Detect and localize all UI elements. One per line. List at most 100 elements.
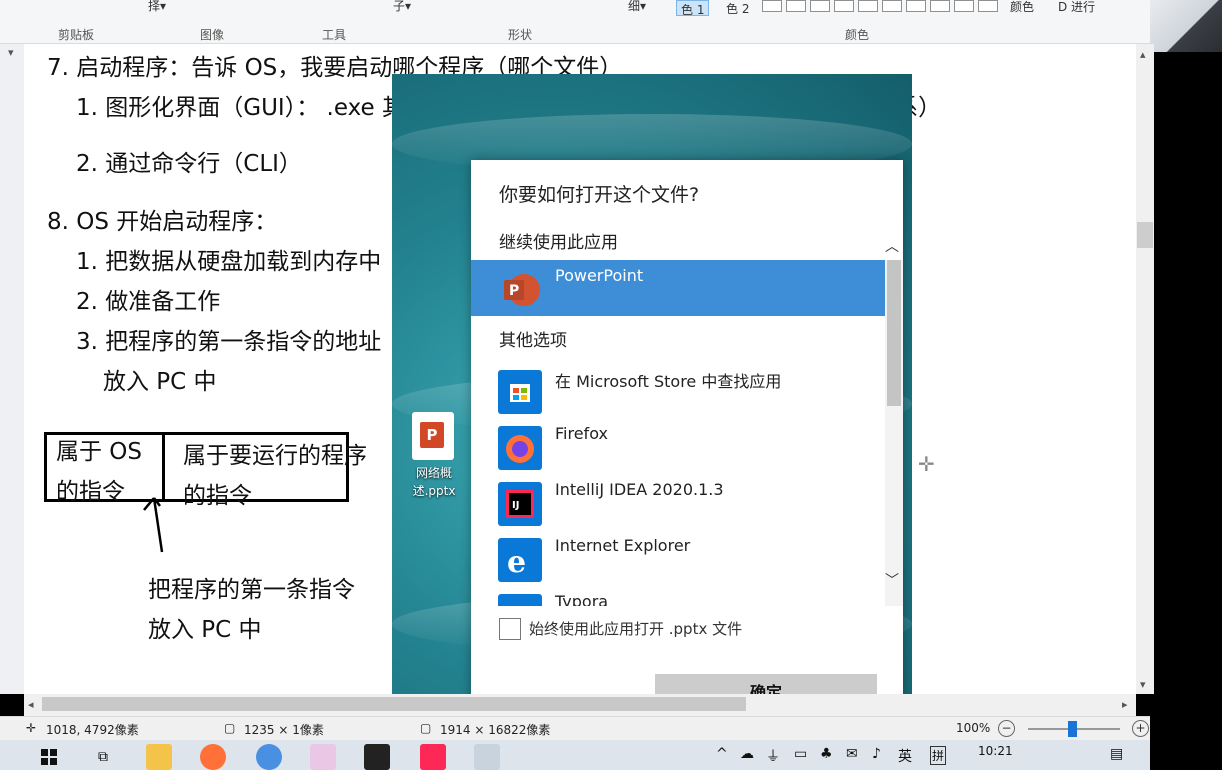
color-swatch[interactable] bbox=[954, 0, 974, 12]
cloud-icon[interactable]: ☁ bbox=[740, 746, 754, 762]
pptx-file-icon: P bbox=[412, 412, 454, 460]
edit-with-button[interactable]: D 进行 bbox=[1058, 0, 1095, 15]
annotation-line-1: 把程序的第一条指令 bbox=[148, 577, 355, 603]
dialog-scroll-thumb[interactable] bbox=[887, 260, 901, 406]
notification-icon[interactable]: ▤ bbox=[1110, 746, 1123, 762]
powerpoint-icon: P bbox=[504, 274, 540, 306]
shape-fill-dropdown[interactable]: 子▾ bbox=[393, 0, 411, 14]
status-bar: ✛ 1018, 4792像素 ▢ 1235 × 1像素 ▢ 1914 × 168… bbox=[0, 716, 1150, 740]
intellij-icon: IJ bbox=[498, 482, 542, 526]
image-size-icon: ▢ bbox=[420, 721, 432, 735]
firefox-icon bbox=[498, 426, 542, 470]
zoom-slider-thumb[interactable] bbox=[1068, 721, 1077, 737]
scroll-right-icon[interactable]: ▸ bbox=[1122, 698, 1128, 711]
group-label-tools: 工具 bbox=[322, 28, 347, 42]
select-dropdown[interactable]: 择▾ bbox=[148, 0, 166, 14]
color-swatch[interactable] bbox=[882, 0, 902, 12]
file-explorer-icon[interactable] bbox=[146, 744, 172, 770]
ime-language[interactable]: 英 bbox=[898, 746, 912, 766]
zoom-level: 100% bbox=[956, 721, 991, 735]
terminal-taskbar-icon[interactable] bbox=[364, 744, 390, 770]
ok-button[interactable]: 确定 bbox=[655, 674, 877, 694]
dialog-title: 你要如何打开这个文件? bbox=[499, 184, 700, 206]
chevron-up-icon[interactable]: ︿ bbox=[885, 236, 899, 256]
webcam-overlay bbox=[1150, 0, 1222, 52]
screen: 择▾ 子▾ 细▾ 剪贴板 图像 工具 形状 颜色 色 1 色 2 颜色 D 进行… bbox=[0, 0, 1222, 770]
box-right-label-2: 的指令 bbox=[183, 483, 252, 509]
app-row-store[interactable]: 在 Microsoft Store 中查找应用 bbox=[471, 362, 885, 418]
group-label-clipboard: 剪贴板 bbox=[58, 28, 95, 42]
start-windows-icon[interactable] bbox=[36, 744, 62, 770]
color-swatch[interactable] bbox=[858, 0, 878, 12]
taskbar-clock[interactable]: 10:21 bbox=[978, 744, 1013, 758]
ime-mode[interactable]: 拼 bbox=[930, 746, 947, 765]
scroll-up-icon[interactable]: ▴ bbox=[1140, 48, 1146, 61]
firefox-taskbar-icon[interactable] bbox=[200, 744, 226, 770]
annotation-line-2: 放入 PC 中 bbox=[148, 617, 262, 643]
cursor-position-text: 1018, 4792像素 bbox=[46, 723, 139, 737]
app-name: PowerPoint bbox=[555, 266, 644, 285]
group-label-shapes: 形状 bbox=[508, 28, 533, 42]
tray-overflow-icon[interactable]: ^ bbox=[716, 746, 728, 762]
store-icon bbox=[498, 370, 542, 414]
desktop-file-label: 网络概述.pptx bbox=[412, 466, 456, 498]
app-row-typora[interactable]: Typora bbox=[471, 586, 885, 606]
app-name: IntelliJ IDEA 2020.1.3 bbox=[555, 480, 724, 499]
paint-taskbar-icon[interactable] bbox=[310, 744, 336, 770]
black-margin bbox=[1150, 52, 1222, 740]
color2-button[interactable]: 色 2 bbox=[722, 0, 753, 16]
app-list: P PowerPoint 其他选项 在 Microsoft Store 中查找应… bbox=[471, 260, 885, 606]
svg-text:e: e bbox=[507, 545, 526, 580]
color-swatch[interactable] bbox=[978, 0, 998, 12]
color-swatch[interactable] bbox=[930, 0, 950, 12]
image-size-text: 1914 × 16822像素 bbox=[440, 723, 551, 737]
color-swatch[interactable] bbox=[834, 0, 854, 12]
task-view-icon[interactable]: ⧉ bbox=[90, 744, 116, 770]
crosshair-cursor-icon: ✛ bbox=[918, 452, 935, 476]
paint-ribbon: 择▾ 子▾ 细▾ 剪贴板 图像 工具 形状 颜色 色 1 色 2 颜色 D 进行 bbox=[0, 0, 1150, 44]
selection-size-icon: ▢ bbox=[224, 721, 236, 735]
app-name: Firefox bbox=[555, 424, 608, 443]
scroll-up-small-icon[interactable]: ▾ bbox=[8, 46, 14, 59]
app-row-ie[interactable]: e Internet Explorer bbox=[471, 530, 885, 586]
intellij-taskbar-icon[interactable] bbox=[420, 744, 446, 770]
note-line-8-2: 2. 做准备工作 bbox=[76, 289, 221, 315]
network-icon[interactable]: ▭ bbox=[794, 746, 807, 762]
image-viewer-taskbar-icon[interactable] bbox=[474, 744, 500, 770]
color-swatch[interactable] bbox=[906, 0, 926, 12]
app-tray-icon[interactable]: ♣ bbox=[820, 746, 833, 762]
hand-drawn-arrow bbox=[143, 497, 164, 553]
note-line-8-3b: 放入 PC 中 bbox=[103, 369, 217, 395]
vertical-scroll-thumb[interactable] bbox=[1137, 222, 1153, 248]
volume-icon[interactable]: ♪ bbox=[872, 746, 881, 762]
color1-button[interactable]: 色 1 bbox=[676, 0, 710, 17]
note-line-8-1: 1. 把数据从硬盘加载到内存中 bbox=[76, 249, 382, 275]
message-icon[interactable]: ✉ bbox=[846, 746, 858, 762]
app-row-powerpoint[interactable]: P PowerPoint bbox=[471, 260, 885, 316]
horizontal-scroll-thumb[interactable] bbox=[42, 697, 746, 711]
edit-colors-button[interactable]: 颜色 bbox=[1010, 0, 1034, 15]
scroll-left-icon[interactable]: ◂ bbox=[28, 698, 34, 711]
usb-icon[interactable]: ⏚ bbox=[766, 746, 780, 766]
app-taskbar-icon[interactable] bbox=[256, 744, 282, 770]
other-options-header: 其他选项 bbox=[471, 316, 885, 362]
zoom-in-button[interactable]: + bbox=[1132, 720, 1149, 737]
always-use-checkbox[interactable] bbox=[499, 618, 521, 640]
chevron-down-icon[interactable]: ﹀ bbox=[885, 570, 899, 590]
app-name: 在 Microsoft Store 中查找应用 bbox=[555, 372, 782, 391]
color-swatch[interactable] bbox=[786, 0, 806, 12]
app-name: Internet Explorer bbox=[555, 536, 691, 555]
canvas-left-margin bbox=[0, 44, 24, 694]
app-row-firefox[interactable]: Firefox bbox=[471, 418, 885, 474]
zoom-out-button[interactable]: − bbox=[998, 720, 1015, 737]
scroll-down-icon[interactable]: ▾ bbox=[1140, 678, 1146, 691]
note-line-7-2: 2. 通过命令行（CLI） bbox=[76, 151, 302, 177]
note-line-8-3: 3. 把程序的第一条指令的地址 bbox=[76, 329, 382, 355]
size-dropdown[interactable]: 细▾ bbox=[628, 0, 646, 14]
vertical-scrollbar[interactable] bbox=[1136, 44, 1154, 694]
group-label-colors: 颜色 bbox=[845, 28, 870, 42]
app-row-intellij[interactable]: IJ IntelliJ IDEA 2020.1.3 bbox=[471, 474, 885, 530]
windows-taskbar: ⧉ ^ ☁ ⏚ ▭ ♣ ✉ ♪ 英 拼 10:21 ▤ bbox=[0, 740, 1150, 770]
color-swatch[interactable] bbox=[810, 0, 830, 12]
color-swatch[interactable] bbox=[762, 0, 782, 12]
